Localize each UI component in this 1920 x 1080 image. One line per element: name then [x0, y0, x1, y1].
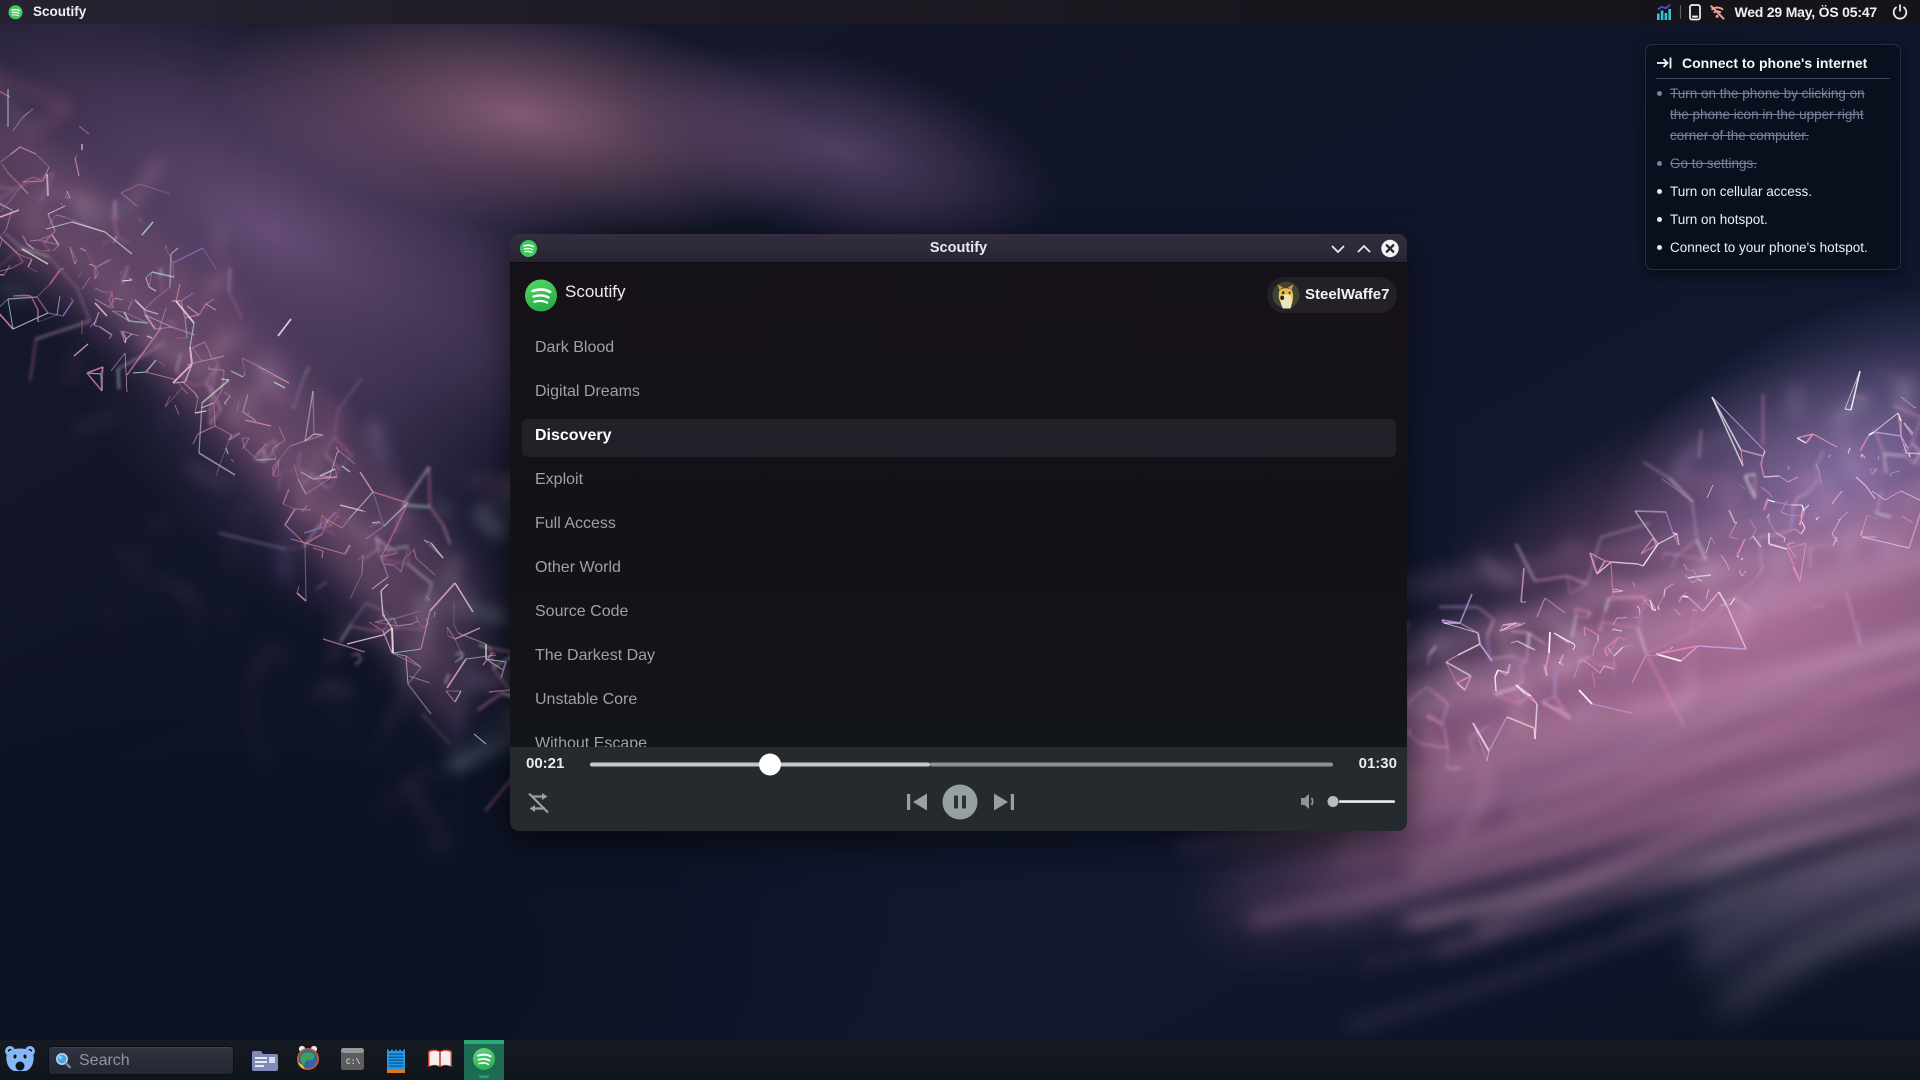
svg-text:C:\: C:\ [346, 1058, 361, 1067]
